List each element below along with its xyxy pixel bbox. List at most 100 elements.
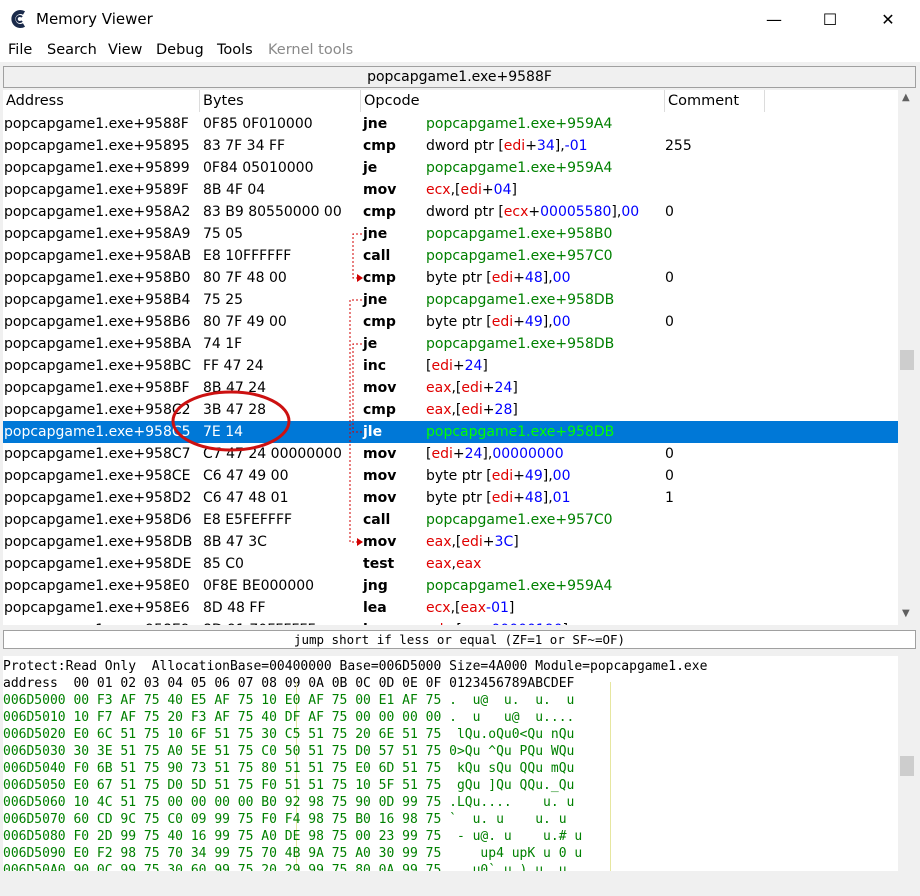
row-operands: dword ptr [edi+34],-01 (426, 135, 588, 157)
operand-token: + (482, 402, 495, 418)
scroll-down-icon[interactable]: ▼ (902, 608, 910, 619)
hex-scrollbar[interactable] (898, 656, 916, 871)
row-opcode: cmp (363, 402, 396, 418)
hex-line[interactable]: 006D5030 30 3E 51 75 A0 5E 51 75 C0 50 5… (3, 743, 574, 760)
hex-view[interactable]: Protect:Read Only AllocationBase=0040000… (3, 656, 916, 871)
operand-token: ] (512, 402, 518, 418)
column-address[interactable]: Address (3, 90, 200, 112)
row-operands: [edi+24] (426, 355, 488, 377)
disassembly-row[interactable]: popcapgame1.exe+958E9 8D 91 70FFFFFF lea ed… (3, 619, 898, 625)
row-operands: popcapgame1.exe+959A4 (426, 157, 612, 179)
hex-line[interactable]: 006D5070 60 CD 9C 75 C0 09 99 75 F0 F4 9… (3, 811, 567, 828)
disassembly-row[interactable]: popcapgame1.exe+958AB E8 10FFFFFF call popc… (3, 245, 898, 267)
disassembly-row[interactable]: popcapgame1.exe+95895 83 7F 34 FF cmp dword… (3, 135, 898, 157)
operand-token: popcapgame1.exe+958B0 (426, 226, 613, 242)
disassembly-row[interactable]: popcapgame1.exe+958DE 85 C0 test eax,eax (3, 553, 898, 575)
row-opcode: je (363, 160, 378, 176)
hex-line[interactable]: 006D50A0 90 0C 99 75 30 60 99 75 20 29 9… (3, 862, 567, 871)
column-comment[interactable]: Comment (665, 90, 765, 112)
hex-line[interactable]: 006D5090 E0 F2 98 75 70 34 99 75 70 4B 9… (3, 845, 582, 862)
operand-token: 00 (621, 204, 640, 220)
operand-token: dword ptr [ (426, 138, 504, 154)
disassembler-scrollbar[interactable]: ▲ ▼ (898, 90, 916, 625)
row-address: popcapgame1.exe+95899 (4, 160, 190, 176)
disassembly-row[interactable]: popcapgame1.exe+958BF 8B 47 24 mov eax,[edi… (3, 377, 898, 399)
disassembly-row[interactable]: popcapgame1.exe+958C7 C7 47 24 00000000 mo… (3, 443, 898, 465)
operand-token: edi (491, 270, 514, 286)
row-bytes: 8B 4F 04 (203, 182, 266, 198)
hex-line[interactable]: 006D5040 F0 6B 51 75 90 73 51 75 80 51 5… (3, 760, 574, 777)
operand-token: ] (482, 358, 488, 374)
operand-token: edi (460, 182, 482, 198)
operand-token: ,[ (451, 380, 462, 396)
hex-line[interactable]: 006D5010 10 F7 AF 75 20 F3 AF 75 40 DF A… (3, 709, 574, 726)
row-opcode: mov (363, 490, 397, 506)
hex-line[interactable]: 006D5060 10 4C 51 75 00 00 00 00 B0 92 9… (3, 794, 574, 811)
operand-token: + (528, 204, 541, 220)
operand-token: ], (542, 490, 553, 506)
row-opcode: mov (363, 182, 397, 198)
disassembly-row[interactable]: popcapgame1.exe+958BA 74 1F je popcapgame1.… (3, 333, 898, 355)
disassembly-row[interactable]: popcapgame1.exe+958B6 80 7F 49 00 cmp byte … (3, 311, 898, 333)
disassembly-row[interactable]: popcapgame1.exe+9589F 8B 4F 04 mov ecx,[edi… (3, 179, 898, 201)
disassembly-row[interactable]: popcapgame1.exe+958D2 C6 47 48 01 mov byte … (3, 487, 898, 509)
disassembly-row[interactable]: popcapgame1.exe+958BC FF 47 24 inc [edi+24] (3, 355, 898, 377)
close-icon: ✕ (881, 9, 895, 29)
operand-token: ] (563, 622, 568, 625)
close-button[interactable]: ✕ (860, 0, 916, 38)
row-bytes: 3B 47 28 (203, 402, 267, 418)
scroll-thumb[interactable] (900, 756, 914, 776)
row-address: popcapgame1.exe+958E0 (4, 578, 190, 594)
disassembly-row[interactable]: popcapgame1.exe+958C2 3B 47 28 cmp eax,[edi… (3, 399, 898, 421)
row-opcode: jne (363, 292, 388, 308)
row-address: popcapgame1.exe+958BC (4, 358, 191, 374)
scroll-up-icon[interactable]: ▲ (902, 92, 910, 103)
row-bytes: 75 25 (203, 292, 244, 308)
disassembler-view[interactable]: Address Bytes Opcode Comment popcapgame1… (3, 90, 916, 625)
disassembly-row[interactable]: popcapgame1.exe+958C5 7E 14 jle popcapgame1… (3, 421, 898, 443)
row-bytes: C6 47 49 00 (203, 468, 289, 484)
scroll-thumb[interactable] (900, 350, 914, 370)
disassembly-row[interactable]: popcapgame1.exe+958A2 83 B9 80550000 00 cm… (3, 201, 898, 223)
operand-token: 48 (524, 270, 543, 286)
row-bytes: C6 47 48 01 (203, 490, 289, 506)
minimize-button[interactable]: — (746, 0, 802, 38)
operand-token: ] (512, 380, 518, 396)
operand-token: edi (491, 490, 514, 506)
disassembly-row[interactable]: popcapgame1.exe+958B0 80 7F 48 00 cmp byte … (3, 267, 898, 289)
disassembly-row[interactable]: popcapgame1.exe+958A9 75 05 jne popcapgame1… (3, 223, 898, 245)
menu-view[interactable]: View (108, 42, 142, 58)
disassembly-row[interactable]: popcapgame1.exe+9588F 0F85 0F010000 jne pop… (3, 113, 898, 135)
disassembly-row[interactable]: popcapgame1.exe+958B4 75 25 jne popcapgame1… (3, 289, 898, 311)
row-operands: byte ptr [edi+49],00 (426, 465, 570, 487)
hex-line[interactable]: 006D5000 00 F3 AF 75 40 E5 AF 75 10 E0 A… (3, 692, 574, 709)
hex-line[interactable]: 006D5080 F0 2D 99 75 40 16 99 75 A0 DE 9… (3, 828, 582, 845)
disassembly-row[interactable]: popcapgame1.exe+95899 0F84 05010000 je popc… (3, 157, 898, 179)
menu-search[interactable]: Search (47, 42, 97, 58)
disassembly-row[interactable]: popcapgame1.exe+958E0 0F8E BE000000 jng pop… (3, 575, 898, 597)
current-address-bar[interactable]: popcapgame1.exe+9588F (3, 66, 916, 88)
disassembly-row[interactable]: popcapgame1.exe+958CE C6 47 49 00 mov byte … (3, 465, 898, 487)
operand-token: byte ptr [ (426, 490, 492, 506)
row-address: popcapgame1.exe+958D6 (4, 512, 192, 528)
column-opcode[interactable]: Opcode (361, 90, 665, 112)
operand-token: + (482, 534, 495, 550)
disassembly-row[interactable]: popcapgame1.exe+958E6 8D 48 FF lea ecx,[eax… (3, 597, 898, 619)
row-operands: popcapgame1.exe+958B0 (426, 223, 612, 245)
menu-tools[interactable]: Tools (217, 42, 253, 58)
row-operands: [edi+24],00000000 (426, 443, 564, 465)
hex-line[interactable]: 006D5050 E0 67 51 75 D0 5D 51 75 F0 51 5… (3, 777, 574, 794)
column-bytes[interactable]: Bytes (200, 90, 361, 112)
menu-kernel-tools[interactable]: Kernel tools (268, 42, 353, 58)
menu-debug[interactable]: Debug (156, 42, 204, 58)
hex-line[interactable]: 006D5020 E0 6C 51 75 10 6F 51 75 30 C5 5… (3, 726, 574, 743)
disassembly-row[interactable]: popcapgame1.exe+958D6 E8 E5FEFFFF call popc… (3, 509, 898, 531)
row-address: popcapgame1.exe+958AB (4, 248, 192, 264)
operand-token: ecx (426, 600, 451, 616)
disassembly-row[interactable]: popcapgame1.exe+958DB 8B 47 3C mov eax,[edi… (3, 531, 898, 553)
row-opcode: mov (363, 468, 397, 484)
menu-file[interactable]: File (8, 42, 32, 58)
row-operands: popcapgame1.exe+957C0 (426, 245, 613, 267)
row-bytes: 75 05 (203, 226, 244, 242)
maximize-button[interactable]: ☐ (802, 0, 858, 38)
